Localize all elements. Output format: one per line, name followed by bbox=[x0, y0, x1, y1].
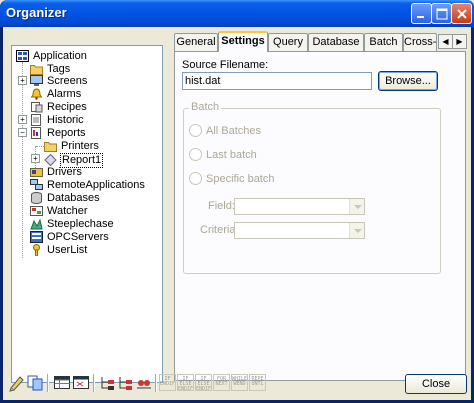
expand-toggle-screens[interactable]: + bbox=[18, 76, 27, 85]
folder-icon bbox=[30, 64, 43, 75]
expand-toggle-historic[interactable]: + bbox=[18, 115, 27, 124]
all-batches-radio[interactable] bbox=[189, 124, 202, 137]
maximize-icon bbox=[436, 8, 448, 20]
toolbar-separator bbox=[47, 374, 49, 392]
copy-icon[interactable] bbox=[26, 374, 44, 392]
source-filename-label: Source Filename: bbox=[182, 59, 269, 71]
tree-item-screens[interactable]: Screens bbox=[30, 74, 88, 88]
repeat-until-button[interactable]: REPE UNTL bbox=[249, 374, 266, 391]
close-button[interactable]: Close bbox=[405, 374, 467, 394]
minimize-button[interactable] bbox=[411, 3, 432, 24]
report-item-icon bbox=[44, 153, 57, 166]
tree-line bbox=[36, 146, 44, 147]
dropdown-arrow-icon bbox=[349, 223, 364, 238]
historic-icon bbox=[31, 113, 41, 126]
pencil-icon[interactable] bbox=[8, 374, 26, 392]
tab-scroll-left-button[interactable]: ◀ bbox=[438, 34, 453, 49]
minimize-icon bbox=[417, 16, 424, 18]
tree-item-printers[interactable]: Printers bbox=[44, 140, 100, 153]
tree-item-watcher[interactable]: Watcher bbox=[30, 205, 89, 218]
opc-icon bbox=[30, 230, 43, 243]
last-batch-radio[interactable] bbox=[189, 148, 202, 161]
tab-general[interactable]: General bbox=[174, 33, 218, 51]
batch-group-label: Batch bbox=[189, 101, 222, 113]
if-else-endif-button-2[interactable]: IF ELSE ENDIF bbox=[195, 374, 212, 392]
collapse-toggle-reports[interactable]: − bbox=[18, 128, 27, 137]
if-endif-button[interactable]: IF ENDIF bbox=[159, 374, 176, 391]
remote-icon bbox=[30, 178, 43, 190]
tree-item-drivers[interactable]: Drivers bbox=[30, 166, 83, 179]
close-icon bbox=[457, 9, 467, 19]
tree-item-databases[interactable]: Databases bbox=[30, 191, 101, 205]
tab-scroll-right-button[interactable]: ▶ bbox=[452, 34, 467, 49]
tab-batch[interactable]: Batch bbox=[364, 33, 403, 51]
while-wend-button[interactable]: WHILE WEND bbox=[231, 374, 248, 391]
window-close-button[interactable] bbox=[451, 3, 472, 24]
tab-strip: General Settings Query Database Batch Cr… bbox=[174, 31, 467, 52]
expand-toggle-report1[interactable]: + bbox=[31, 154, 40, 163]
screen-icon bbox=[30, 74, 43, 86]
tree-item-remoteapplications[interactable]: RemoteApplications bbox=[30, 178, 146, 192]
for-next-button[interactable]: FOR NEXT bbox=[213, 374, 230, 391]
tree-remove-icon[interactable] bbox=[135, 374, 153, 392]
maximize-button[interactable] bbox=[431, 3, 452, 24]
arrow-left-icon: ◀ bbox=[442, 37, 449, 46]
tree-item-historic[interactable]: Historic bbox=[30, 113, 85, 127]
tree-item-userlist[interactable]: UserList bbox=[30, 243, 88, 257]
tree-item-recipes[interactable]: Recipes bbox=[30, 101, 88, 114]
source-filename-input[interactable]: hist.dat bbox=[182, 72, 372, 90]
key-icon bbox=[33, 243, 40, 256]
client-area: Application Tags + Screens Alarms Recipe… bbox=[3, 27, 471, 400]
tree-add-icon[interactable] bbox=[117, 374, 135, 392]
driver-icon bbox=[30, 167, 43, 177]
browse-button[interactable]: Browse... bbox=[378, 71, 438, 91]
tab-database[interactable]: Database bbox=[308, 33, 364, 51]
dropdown-arrow-icon bbox=[349, 199, 364, 214]
settings-panel: Source Filename: hist.dat Browse... Batc… bbox=[174, 51, 466, 381]
tree-insert-icon[interactable] bbox=[99, 374, 117, 392]
recipe-icon bbox=[31, 101, 43, 112]
tree-item-application[interactable]: Application bbox=[16, 49, 88, 63]
table-icon[interactable] bbox=[72, 374, 90, 392]
toolbar-separator bbox=[93, 374, 95, 392]
application-icon bbox=[16, 49, 29, 62]
report-icon bbox=[31, 126, 41, 139]
tree-view[interactable]: Application Tags + Screens Alarms Recipe… bbox=[11, 45, 163, 383]
tree-line bbox=[22, 62, 23, 258]
bell-icon bbox=[30, 87, 43, 100]
arrow-right-icon: ▶ bbox=[456, 37, 463, 46]
organizer-window: Organizer Application Tags + Screens Ala… bbox=[0, 0, 474, 403]
toolbar-separator bbox=[155, 374, 157, 392]
title-bar[interactable]: Organizer bbox=[0, 0, 474, 27]
specific-batch-label: Specific batch bbox=[206, 173, 275, 185]
tree-item-steeplechase[interactable]: Steeplechase bbox=[30, 218, 115, 231]
tree-item-reports[interactable]: Reports bbox=[30, 126, 87, 140]
steeplechase-icon bbox=[30, 218, 43, 229]
tab-settings[interactable]: Settings bbox=[218, 31, 268, 52]
tree-item-opcservers[interactable]: OPCServers bbox=[30, 230, 110, 244]
criteria-label: Criteria: bbox=[200, 224, 239, 236]
criteria-select[interactable] bbox=[234, 222, 365, 239]
grid-icon[interactable] bbox=[53, 374, 71, 392]
tab-cross[interactable]: Cross- bbox=[403, 33, 437, 51]
field-select[interactable] bbox=[234, 198, 365, 215]
database-icon bbox=[31, 191, 42, 204]
field-label: Field: bbox=[208, 200, 235, 212]
watcher-icon bbox=[30, 205, 43, 216]
specific-batch-radio[interactable] bbox=[189, 172, 202, 185]
last-batch-label: Last batch bbox=[206, 149, 257, 161]
folder-icon bbox=[44, 141, 57, 152]
tree-item-report1[interactable]: Report1 bbox=[44, 153, 104, 168]
tree-item-alarms[interactable]: Alarms bbox=[30, 87, 82, 101]
all-batches-label: All Batches bbox=[206, 125, 262, 137]
window-title: Organizer bbox=[6, 5, 67, 20]
if-else-endif-button[interactable]: IF ELSE ENDIF bbox=[177, 374, 194, 392]
tab-query[interactable]: Query bbox=[268, 33, 308, 51]
